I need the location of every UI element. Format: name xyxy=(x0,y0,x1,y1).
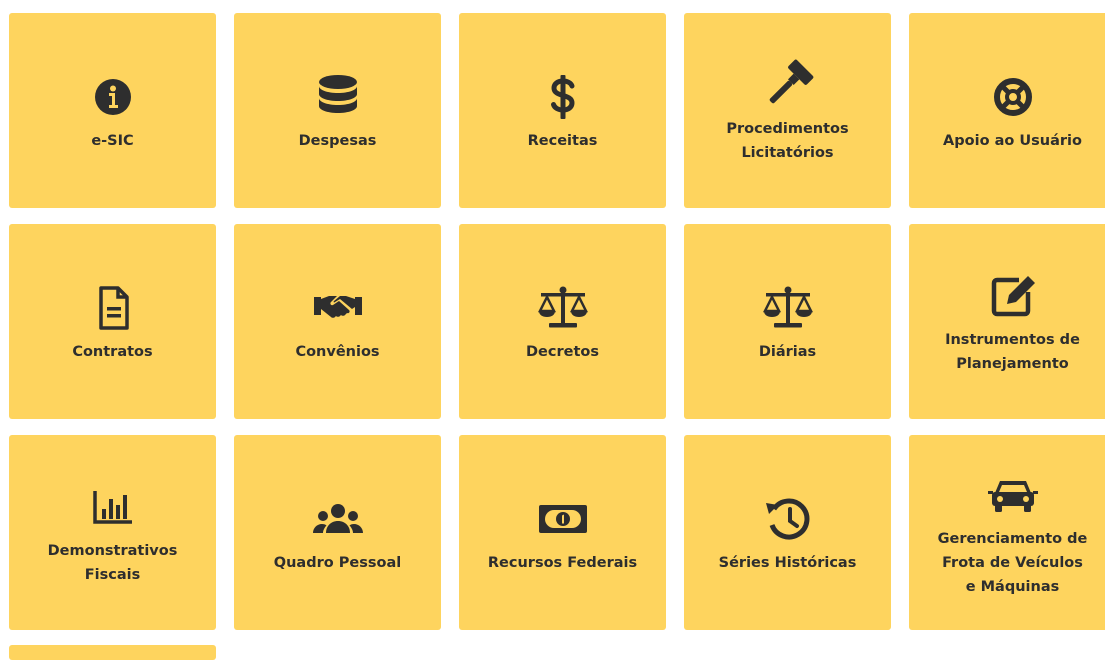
handshake-icon xyxy=(310,280,366,336)
tile-label: Despesas xyxy=(298,132,377,149)
database-icon xyxy=(310,69,366,125)
tile-recursos-federais[interactable]: Recursos Federais xyxy=(459,435,666,630)
tile-gerenciamento-de-frota[interactable]: Gerenciamento de Frota de Veículos e Máq… xyxy=(909,435,1105,630)
edit-square-icon xyxy=(985,268,1041,324)
balance-scale-icon xyxy=(535,280,591,336)
tile-despesas[interactable]: Despesas xyxy=(234,13,441,208)
file-document-icon xyxy=(85,280,141,336)
tile-diarias[interactable]: Diárias xyxy=(684,224,891,419)
tile-label: Decretos xyxy=(526,343,599,360)
transparency-tile-grid: e-SIC Despesas Receitas Procedimentos Li… xyxy=(0,0,1105,660)
tile-label: Instrumentos de Planejamento xyxy=(945,331,1080,372)
tile-label: Quadro Pessoal xyxy=(273,554,402,571)
tile-demonstrativos-fiscais[interactable]: Demonstrativos Fiscais xyxy=(9,435,216,630)
info-circle-icon xyxy=(85,69,141,125)
tile-label: Diárias xyxy=(758,343,817,360)
life-ring-icon xyxy=(985,69,1041,125)
dollar-sign-icon xyxy=(535,69,591,125)
tile-label: Contratos xyxy=(72,343,153,360)
tile-apoio-ao-usuario[interactable]: Apoio ao Usuário xyxy=(909,13,1105,208)
balance-scale-icon xyxy=(760,280,816,336)
tile-decretos[interactable]: Decretos xyxy=(459,224,666,419)
tile-label: Procedimentos Licitatórios xyxy=(726,120,849,161)
tile-receitas[interactable]: Receitas xyxy=(459,13,666,208)
bar-chart-icon xyxy=(85,479,141,535)
tile-e-sic[interactable]: e-SIC xyxy=(9,13,216,208)
tile-label: Gerenciamento de Frota de Veículos e Máq… xyxy=(937,530,1088,595)
tile-series-historicas[interactable]: Séries Históricas xyxy=(684,435,891,630)
users-icon xyxy=(310,491,366,547)
tile-label: Séries Históricas xyxy=(718,554,857,571)
history-icon xyxy=(760,491,816,547)
tile-label: Convênios xyxy=(295,343,380,360)
tile-label: e-SIC xyxy=(91,132,134,149)
money-bill-icon xyxy=(535,491,591,547)
tile-label: Recursos Federais xyxy=(487,554,638,571)
tile-label: Apoio ao Usuário xyxy=(943,132,1082,149)
gavel-icon xyxy=(760,57,816,113)
tile-quadro-pessoal[interactable]: Quadro Pessoal xyxy=(234,435,441,630)
tile-label: Receitas xyxy=(527,132,598,149)
tile-instrumentos-de-planejamento[interactable]: Instrumentos de Planejamento xyxy=(909,224,1105,419)
tile-procedimentos-licitatorios[interactable]: Procedimentos Licitatórios xyxy=(684,13,891,208)
tile-label: Demonstrativos Fiscais xyxy=(47,542,178,583)
tile-convenios[interactable]: Convênios xyxy=(234,224,441,419)
tile-contratos[interactable]: Contratos xyxy=(9,224,216,419)
car-icon xyxy=(985,467,1041,523)
tile-partial[interactable] xyxy=(9,645,216,660)
